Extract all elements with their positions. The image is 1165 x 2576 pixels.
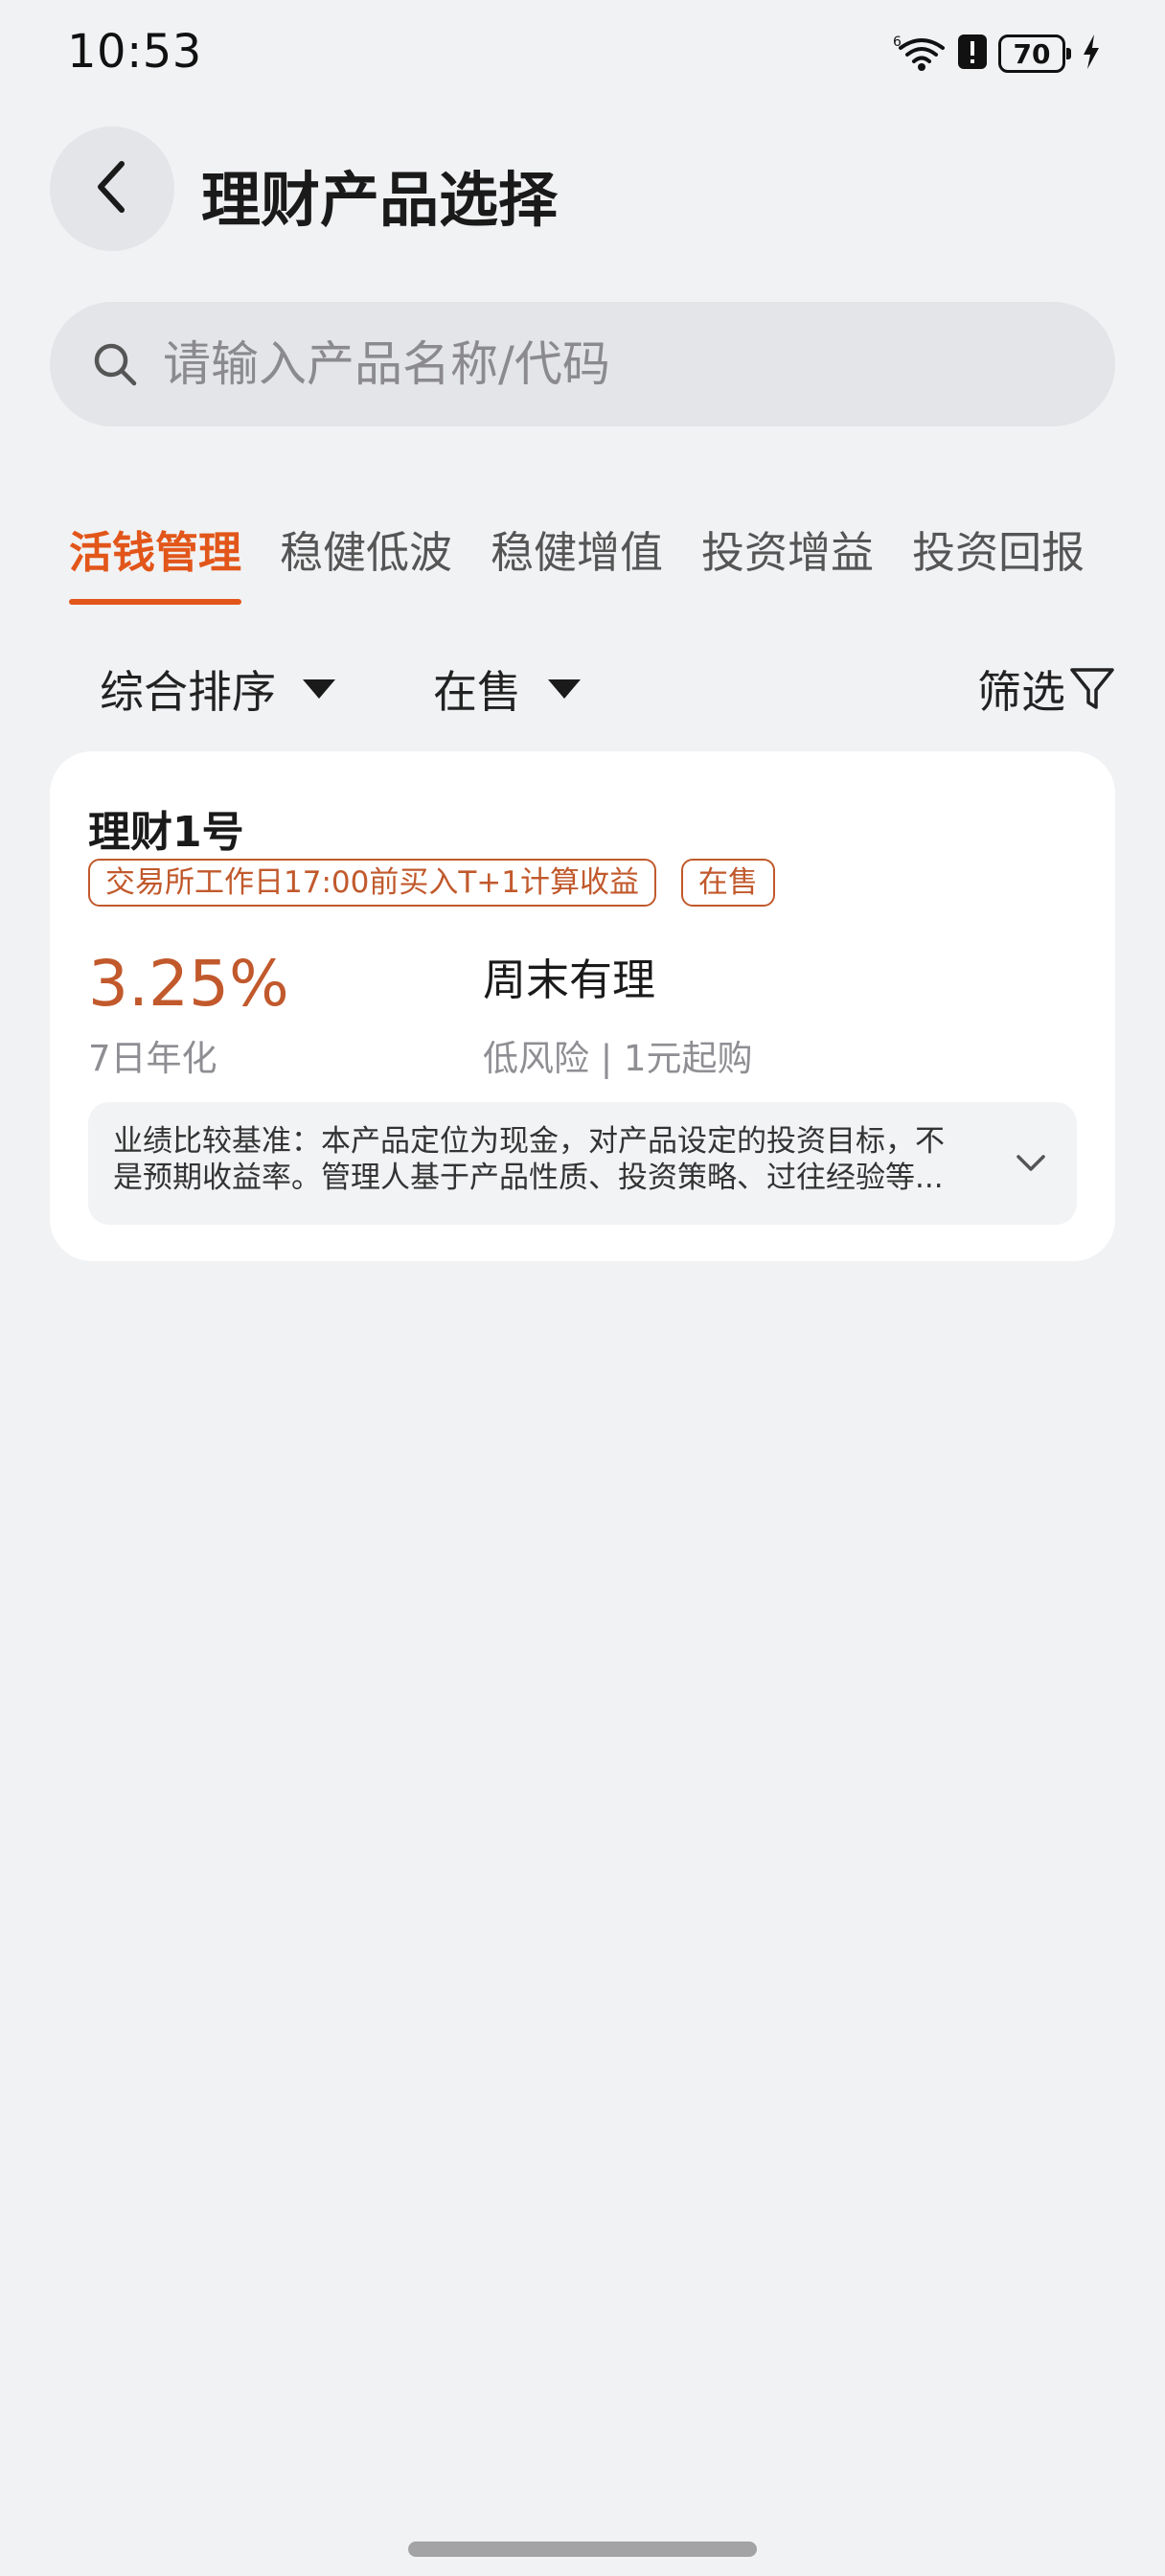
benchmark-box[interactable]: 业绩比较基准：本产品定位为现金，对产品设定的投资目标，不是预期收益率。管理人基于… <box>88 1102 1077 1225</box>
benchmark-text: 业绩比较基准：本产品定位为现金，对产品设定的投资目标，不是预期收益率。管理人基于… <box>113 1124 945 1195</box>
caret-down-icon <box>303 679 335 699</box>
filter-button[interactable]: 筛选 <box>977 657 1115 721</box>
category-tabs: 活钱管理 稳健低波 稳健增值 投资增益 投资回报 <box>69 518 1085 605</box>
alert-icon <box>956 33 989 75</box>
tab-huoqian[interactable]: 活钱管理 <box>69 518 242 605</box>
caret-down-icon <box>548 679 581 699</box>
product-meta: 低风险 | 1元起购 <box>483 1038 753 1079</box>
product-subtitle: 周末有理 <box>483 954 656 1005</box>
rate-value: 3.25% <box>88 947 289 1021</box>
page-title: 理财产品选择 <box>201 165 559 235</box>
purchase-rule-tag: 交易所工作日17:00前买入T+1计算收益 <box>88 859 656 907</box>
product-card[interactable]: 理财1号 交易所工作日17:00前买入T+1计算收益 在售 3.25% 7日年化… <box>50 751 1115 1261</box>
tag-row: 交易所工作日17:00前买入T+1计算收益 在售 <box>88 859 775 907</box>
chevron-left-icon <box>91 158 133 219</box>
status-badge: 在售 <box>680 859 775 907</box>
status-bar: 10:53 6 70 <box>0 0 1165 111</box>
tab-wenjian-dibo[interactable]: 稳健低波 <box>280 518 452 605</box>
rate-label: 7日年化 <box>88 1038 217 1079</box>
tab-touzi-huibao[interactable]: 投资回报 <box>912 518 1085 605</box>
chevron-down-icon[interactable] <box>1012 1144 1050 1183</box>
sort-dropdown[interactable]: 综合排序 <box>100 657 335 721</box>
filter-label: 筛选 <box>977 666 1065 718</box>
status-time: 10:53 <box>67 25 202 79</box>
filter-row: 综合排序 在售 筛选 <box>100 657 1115 719</box>
search-box[interactable] <box>50 302 1115 426</box>
back-button[interactable] <box>50 126 174 251</box>
status-label: 在售 <box>433 666 521 718</box>
sort-label: 综合排序 <box>100 666 276 718</box>
tab-touzi-zengyi[interactable]: 投资增益 <box>701 518 874 605</box>
product-name: 理财1号 <box>88 808 244 857</box>
charging-icon <box>1081 33 1102 75</box>
search-icon <box>90 339 140 389</box>
status-icons: 6 70 <box>893 31 1102 77</box>
wifi-icon: 6 <box>893 31 947 77</box>
search-input[interactable] <box>161 335 1027 393</box>
tab-wenjian-zengzhi[interactable]: 稳健增值 <box>491 518 663 605</box>
battery-icon: 70 <box>998 34 1071 73</box>
funnel-icon <box>1069 665 1115 713</box>
status-dropdown[interactable]: 在售 <box>433 657 581 721</box>
home-indicator[interactable] <box>408 2542 757 2557</box>
